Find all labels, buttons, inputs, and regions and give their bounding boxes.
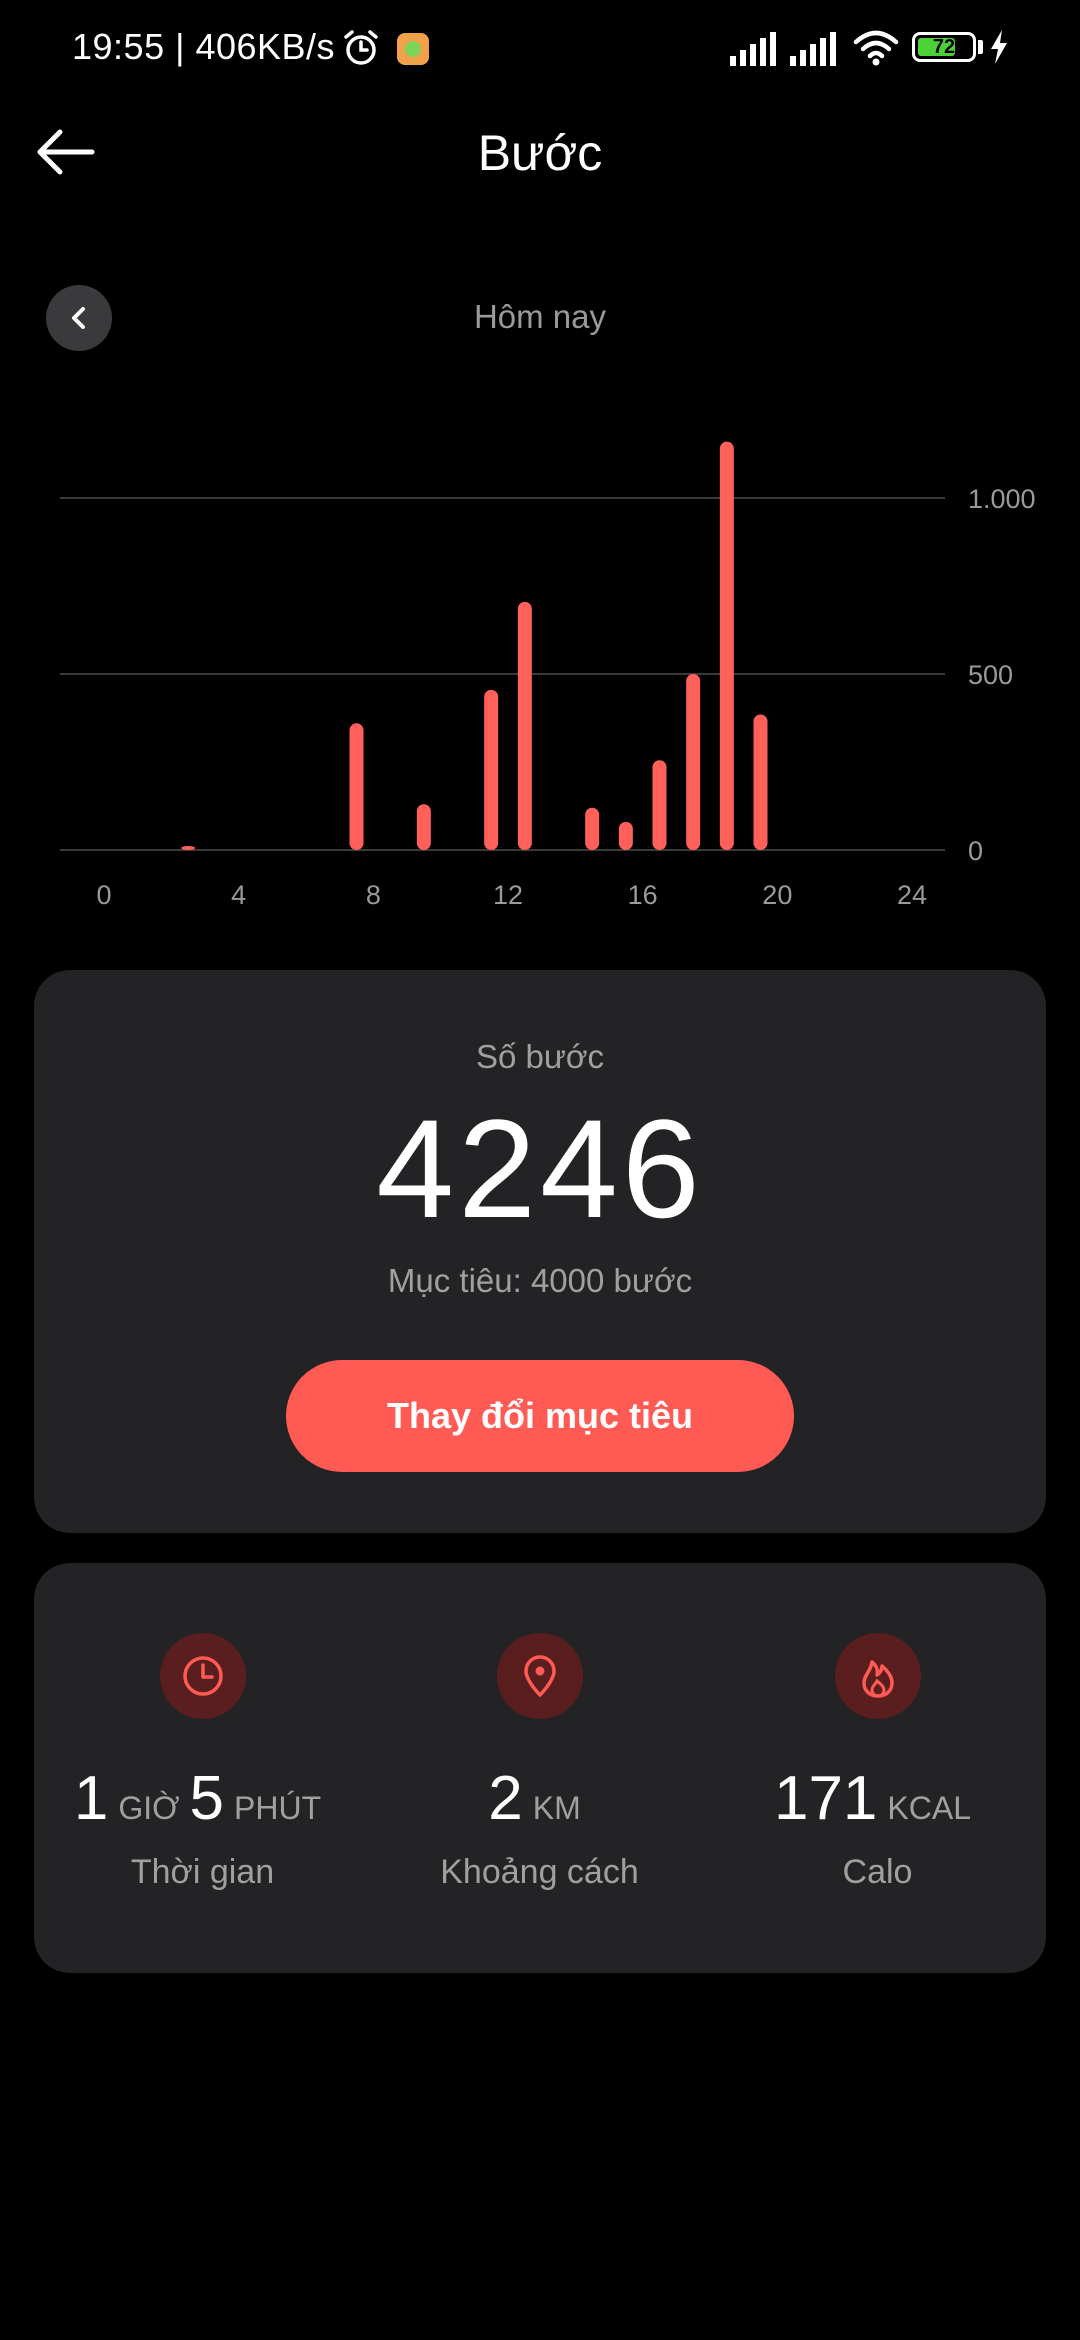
distance-unit: KM <box>532 1790 581 1826</box>
calories-label: Calo <box>842 1853 913 1891</box>
chart-bar[interactable] <box>517 601 532 850</box>
chart-bar[interactable] <box>416 804 431 850</box>
status-bar: 19:55 | 406KB/s 72 <box>0 0 1080 100</box>
chart-bar[interactable] <box>686 674 701 850</box>
y-tick-label: 0 <box>968 836 983 866</box>
wifi-icon <box>853 30 899 66</box>
y-tick-label: 500 <box>968 660 1013 690</box>
alarm-icon <box>344 30 378 65</box>
metric-calories: 171 KCAL Calo <box>709 1563 1046 1973</box>
change-goal-button[interactable]: Thay đổi mục tiêu <box>286 1360 794 1472</box>
x-tick-label: 8 <box>366 880 381 910</box>
x-tick-label: 16 <box>628 880 658 910</box>
x-tick-label: 0 <box>96 880 111 910</box>
time-hours: 1 <box>73 1764 109 1833</box>
calories-unit: KCAL <box>887 1790 972 1826</box>
x-tick-label: 4 <box>231 880 246 910</box>
metric-distance: 2 KM Khoảng cách <box>371 1563 708 1973</box>
hourly-steps-chart: 0 500 1.000 0 4 8 12 16 20 24 <box>60 441 1036 910</box>
goal-text: Mục tiêu: 4000 bước <box>387 1262 693 1299</box>
flame-icon <box>835 1633 921 1719</box>
x-tick-label: 24 <box>897 880 927 910</box>
chart-bar[interactable] <box>181 846 196 850</box>
time-hours-unit: GIỜ <box>118 1790 180 1826</box>
status-time-speed: 19:55 | 406KB/s <box>72 26 336 67</box>
distance-number: 2 <box>488 1764 523 1833</box>
y-tick-label: 1.000 <box>968 484 1036 514</box>
chart-bar[interactable] <box>484 689 499 850</box>
battery-icon: 72 <box>912 32 976 62</box>
chart-bar[interactable] <box>652 760 667 850</box>
time-value: 1 GIỜ 5 PHÚT <box>34 1763 371 1834</box>
chart-bar[interactable] <box>719 441 734 850</box>
battery-cap <box>978 40 983 54</box>
time-minutes: 5 <box>189 1764 225 1833</box>
date-label: Hôm nay <box>473 298 607 335</box>
charging-icon <box>991 30 1007 64</box>
steps-label: Số bước <box>475 1038 605 1075</box>
x-tick-label: 12 <box>493 880 523 910</box>
metrics-card: 1 GIỜ 5 PHÚT Thời gian 2 KM Khoảng cách 171 K… <box>34 1563 1046 1973</box>
x-tick-label: 20 <box>762 880 792 910</box>
distance-value: 2 KM <box>371 1763 708 1834</box>
time-minutes-unit: PHÚT <box>234 1790 322 1826</box>
signal-icon <box>790 32 836 66</box>
battery-level: 72 <box>932 36 956 58</box>
steps-value: 4246 <box>376 1090 704 1247</box>
chart-bar[interactable] <box>349 723 364 850</box>
distance-label: Khoảng cách <box>440 1853 639 1891</box>
page-title: Bước <box>477 125 603 181</box>
calories-number: 171 <box>773 1764 878 1833</box>
steps-card: Số bước 4246 Mục tiêu: 4000 bước Thay đổ… <box>34 970 1046 1533</box>
chart-bar[interactable] <box>753 714 768 850</box>
metric-time: 1 GIỜ 5 PHÚT Thời gian <box>34 1563 371 1973</box>
chart-bar[interactable] <box>618 821 633 850</box>
app-notification-icon <box>397 33 429 65</box>
time-label: Thời gian <box>130 1853 275 1891</box>
signal-icon <box>730 32 776 66</box>
chart-bar[interactable] <box>585 807 600 850</box>
location-pin-icon <box>497 1633 583 1719</box>
calories-value: 171 KCAL <box>709 1763 1046 1834</box>
clock-icon <box>160 1633 246 1719</box>
